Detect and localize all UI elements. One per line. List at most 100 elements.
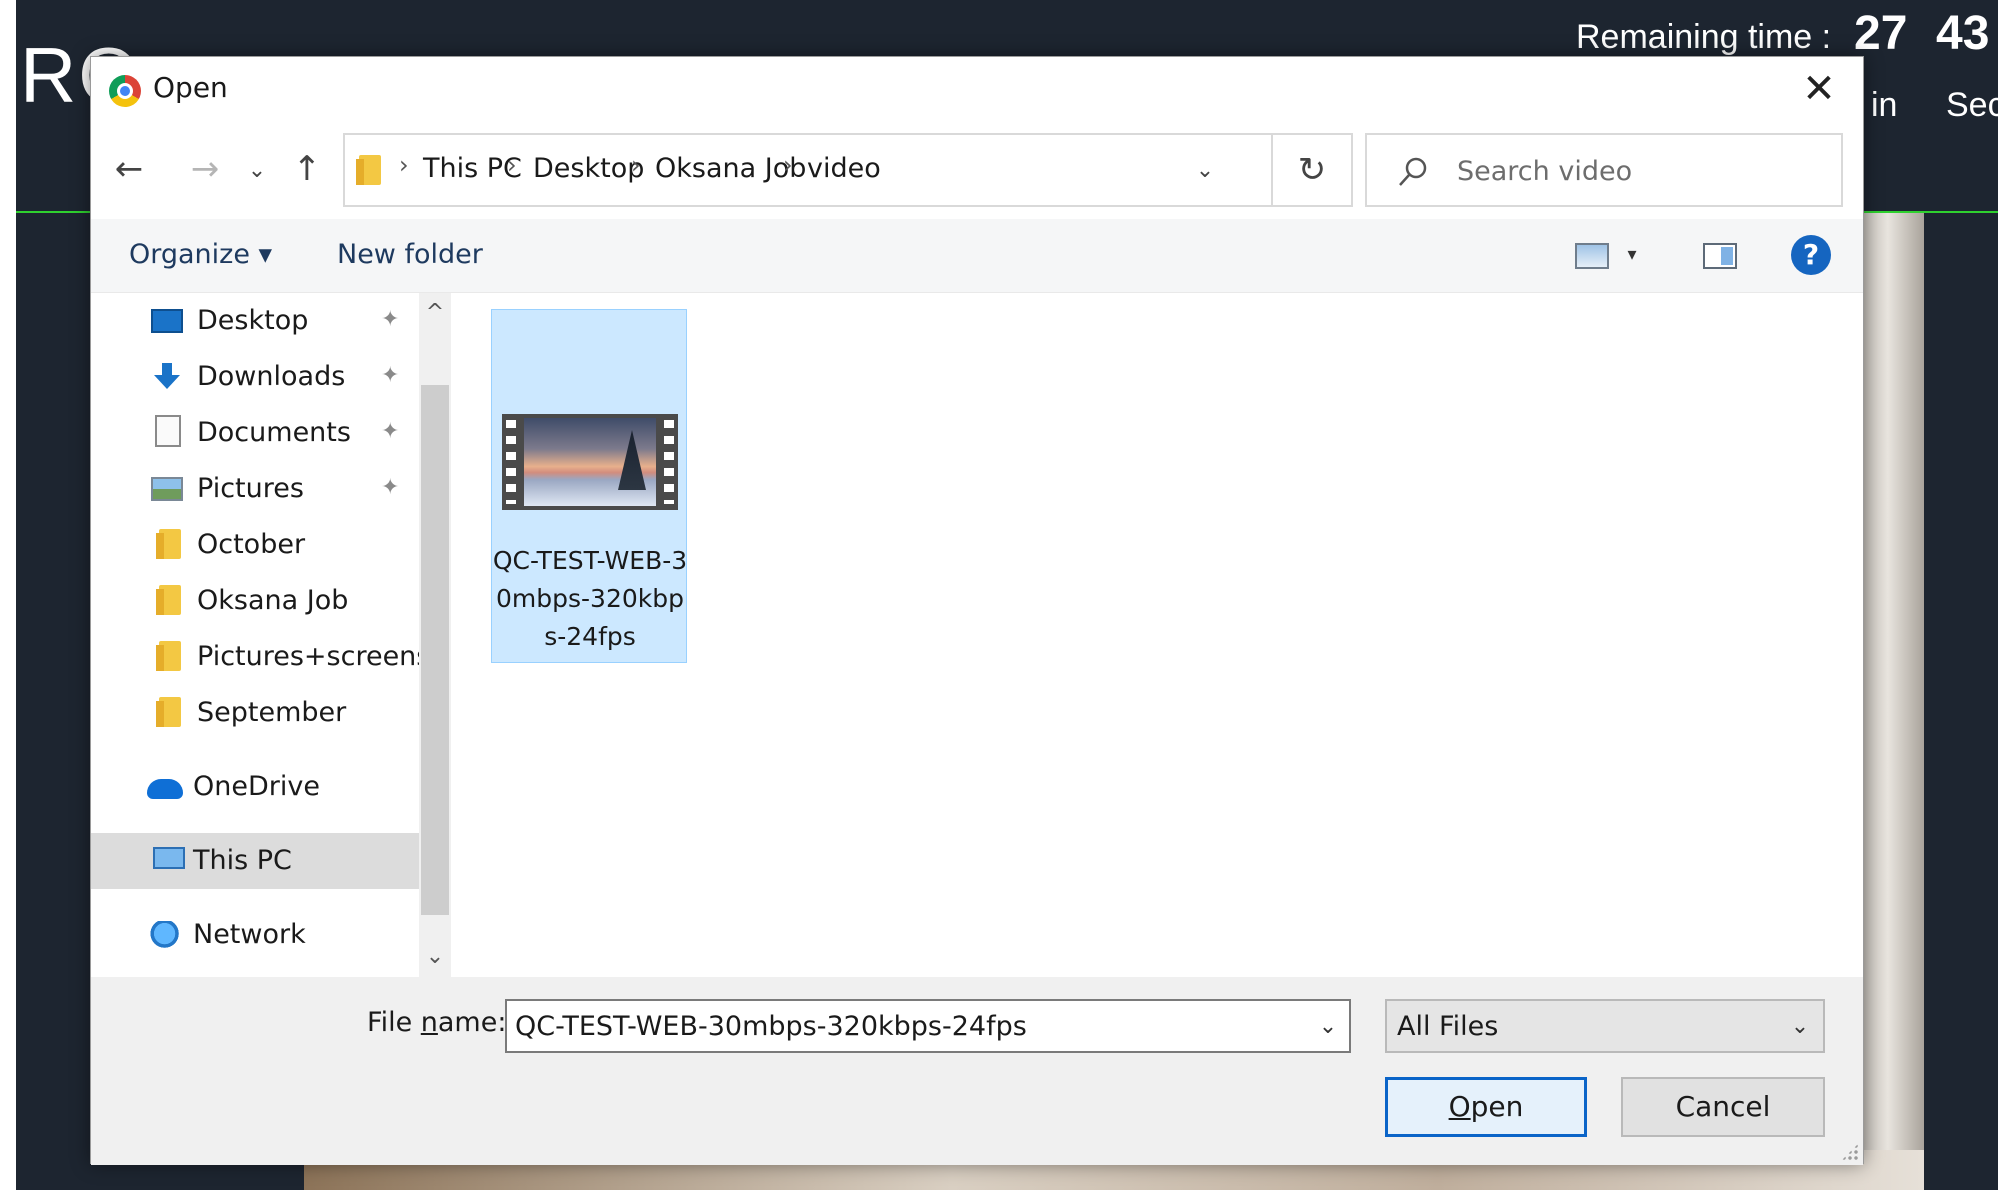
nav-item-september[interactable]: September: [91, 685, 419, 741]
chevron-down-icon: ⌄: [1790, 1014, 1810, 1039]
pin-icon: ✦: [381, 475, 400, 500]
nav-item-label: Pictures: [197, 473, 304, 504]
scroll-up-button[interactable]: ^: [419, 299, 451, 327]
breadcrumb-desktop[interactable]: Desktop: [533, 153, 644, 184]
video-frame: [524, 418, 656, 506]
dialog-titlebar[interactable]: Open ✕: [91, 57, 1863, 121]
pin-icon: ✦: [381, 419, 400, 444]
breadcrumb-separator[interactable]: ›: [783, 151, 793, 179]
file-name-label-text: File: [367, 1007, 421, 1038]
refresh-button[interactable]: ↻: [1273, 133, 1353, 207]
file-name-input[interactable]: [513, 1007, 1293, 1045]
breadcrumb-video[interactable]: video: [807, 153, 881, 184]
open-button[interactable]: Open: [1385, 1077, 1587, 1137]
pictures-icon: [151, 477, 183, 501]
video-thumbnail: [502, 414, 678, 510]
dialog-toolbar: Organize ▾ New folder ▾ ?: [91, 219, 1863, 293]
remaining-time-label: Remaining time :: [1576, 18, 1832, 56]
nav-item-pictures[interactable]: Pictures ✦: [91, 461, 419, 517]
nav-item-label: September: [197, 697, 347, 728]
file-name-label-text: ame:: [437, 1007, 507, 1038]
nav-item-pictures-screens[interactable]: Pictures+screens: [91, 629, 430, 685]
folder-icon: [156, 697, 181, 727]
chrome-icon: [109, 75, 141, 107]
background-video: [1864, 213, 1924, 1190]
file-name-dropdown-button[interactable]: ⌄: [1313, 1009, 1343, 1045]
forward-button[interactable]: →: [185, 149, 225, 189]
scrollbar-thumb[interactable]: [421, 385, 449, 915]
nav-item-label: Pictures+screens: [197, 641, 431, 672]
breadcrumb-separator[interactable]: ›: [631, 151, 641, 179]
up-button[interactable]: ↑: [287, 149, 327, 189]
change-view-button[interactable]: [1575, 243, 1609, 269]
help-icon: ?: [1802, 238, 1820, 271]
file-name-label-accel: n: [420, 1007, 438, 1038]
nav-item-label: Downloads: [197, 361, 346, 392]
scroll-down-button[interactable]: ⌄: [419, 943, 451, 971]
folder-icon: [356, 155, 381, 185]
file-name-label: File name:: [367, 1007, 506, 1038]
nav-item-label: Documents: [197, 417, 351, 448]
new-folder-button[interactable]: New folder: [337, 239, 483, 270]
network-icon: [147, 921, 179, 949]
pin-icon: ✦: [381, 307, 400, 332]
nav-item-documents[interactable]: Documents ✦: [91, 405, 419, 461]
nav-item-label: October: [197, 529, 306, 560]
dialog-title: Open: [153, 71, 228, 104]
folder-icon: [156, 641, 181, 671]
file-item-label: QC-TEST-WEB-30mbps-320kbps-24fps: [492, 546, 688, 651]
this-pc-icon: [153, 847, 185, 869]
documents-icon: [155, 415, 181, 447]
file-name-combobox[interactable]: ⌄: [505, 999, 1351, 1053]
nav-pane-scrollbar[interactable]: ^ ⌄: [419, 293, 451, 977]
nav-item-october[interactable]: October: [91, 517, 419, 573]
help-button[interactable]: ?: [1791, 235, 1831, 275]
nav-item-desktop[interactable]: Desktop ✦: [91, 293, 419, 349]
address-bar[interactable]: › This PC › Desktop › Oksana Job › video…: [343, 133, 1273, 207]
search-input[interactable]: [1455, 151, 1825, 191]
open-file-dialog: Open ✕ ← → ⌄ ↑ › This PC › Desktop › Oks…: [90, 56, 1864, 1165]
nav-item-this-pc[interactable]: This PC: [91, 833, 419, 889]
cancel-button[interactable]: Cancel: [1621, 1077, 1825, 1137]
address-dropdown-button[interactable]: ⌄: [1185, 153, 1225, 189]
back-button[interactable]: ←: [109, 149, 149, 189]
view-options-dropdown[interactable]: ▾: [1621, 241, 1643, 269]
nav-item-downloads[interactable]: Downloads ✦: [91, 349, 419, 405]
nav-item-network[interactable]: Network: [91, 907, 419, 963]
dialog-footer: File name: ⌄ All Files ⌄ Open Cancel: [91, 977, 1863, 1165]
folder-icon: [156, 529, 181, 559]
file-type-value: All Files: [1397, 1011, 1499, 1042]
recent-locations-button[interactable]: ⌄: [243, 153, 271, 189]
open-button-accel: O: [1448, 1090, 1471, 1123]
breadcrumb-separator: ›: [399, 151, 409, 179]
nav-item-label: Network: [193, 919, 306, 950]
nav-item-label: Desktop: [197, 305, 309, 336]
film-strip-icon: [506, 420, 516, 504]
file-type-dropdown-button[interactable]: ⌄: [1785, 1009, 1815, 1045]
file-item-video[interactable]: QC-TEST-WEB-30mbps-320kbps-24fps: [491, 309, 687, 663]
refresh-icon: ↻: [1297, 150, 1327, 190]
pin-icon: ✦: [381, 363, 400, 388]
nav-item-label: Oksana Job: [197, 585, 349, 616]
close-button[interactable]: ✕: [1783, 57, 1855, 121]
resize-grip[interactable]: [1841, 1143, 1859, 1161]
file-list[interactable]: QC-TEST-WEB-30mbps-320kbps-24fps: [451, 293, 1863, 977]
nav-item-onedrive[interactable]: OneDrive: [91, 759, 419, 815]
breadcrumb-separator[interactable]: ›: [507, 151, 517, 179]
nav-item-oksana-job[interactable]: Oksana Job: [91, 573, 419, 629]
minutes-label: in: [1871, 86, 1898, 124]
search-box[interactable]: [1365, 133, 1843, 207]
search-icon: [1399, 157, 1427, 186]
preview-pane-button[interactable]: [1703, 243, 1737, 269]
onedrive-icon: [147, 779, 183, 799]
open-button-label: pen: [1470, 1090, 1524, 1123]
chevron-down-icon: ⌄: [1318, 1014, 1338, 1039]
remaining-seconds: 43: [1936, 7, 1990, 60]
remaining-minutes: 27: [1854, 7, 1908, 60]
folder-icon: [156, 585, 181, 615]
chevron-down-icon: ⌄: [1195, 158, 1215, 183]
close-icon: ✕: [1802, 66, 1836, 112]
organize-button[interactable]: Organize ▾: [129, 239, 272, 270]
seconds-label: Sec: [1946, 86, 1998, 124]
file-type-select[interactable]: All Files ⌄: [1385, 999, 1825, 1053]
